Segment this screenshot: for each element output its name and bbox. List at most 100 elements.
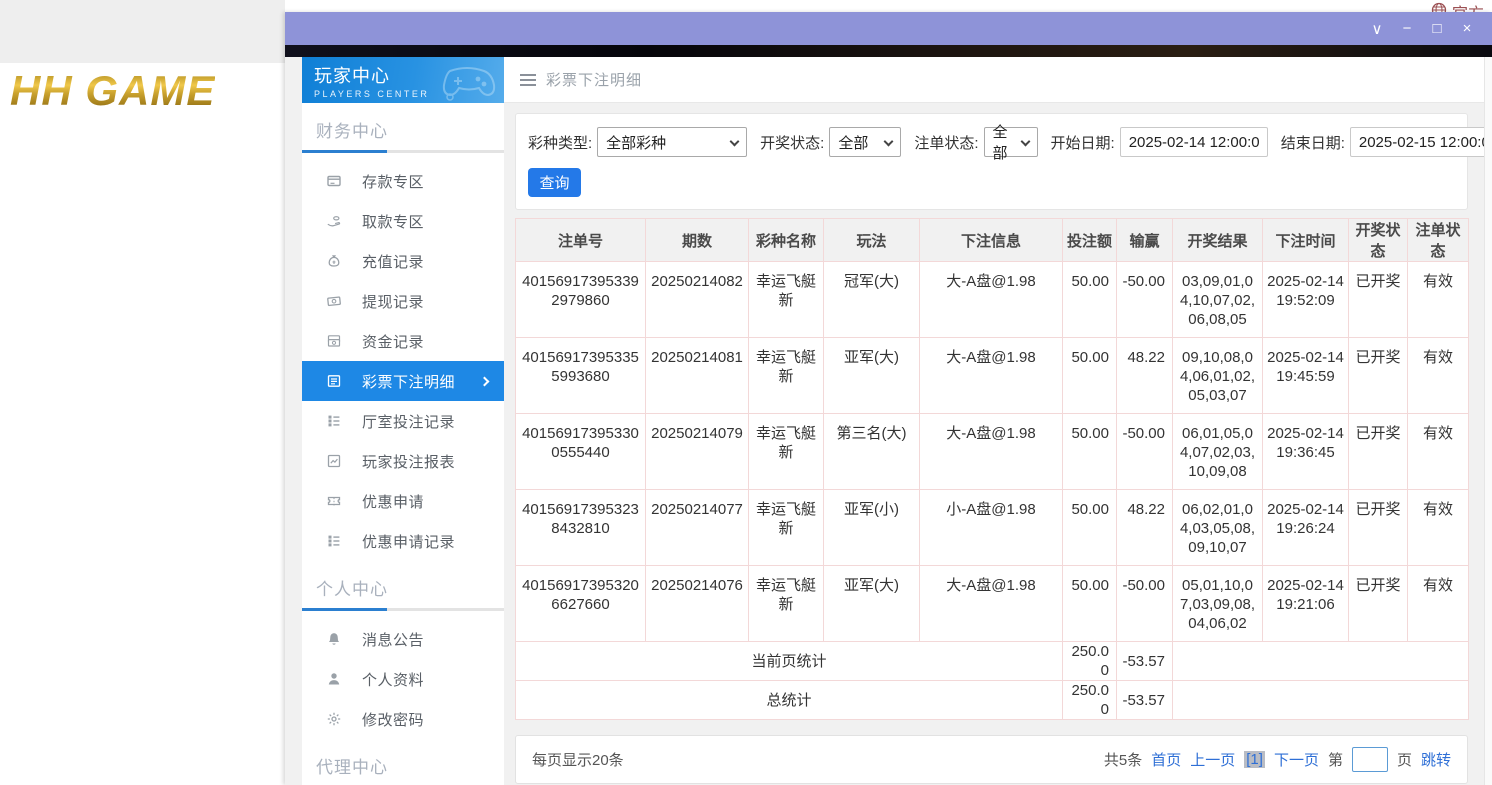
column-header: 下注信息	[920, 219, 1063, 262]
sidebar-item-label: 优惠申请记录	[362, 531, 455, 552]
sidebar-item-label: 玩家投注报表	[362, 451, 455, 472]
sidebar-item-label: 存款专区	[362, 171, 424, 192]
draw-status-select[interactable]: 全部	[829, 127, 901, 157]
table-cell: 幸运飞艇新	[749, 262, 824, 338]
scrollbar[interactable]	[1484, 57, 1492, 785]
table-row: 40156917395320662766020250214076幸运飞艇新亚军(…	[516, 566, 1469, 642]
table-cell: 03,09,01,04,10,07,02,06,08,05	[1173, 262, 1263, 338]
table-cell: 大-A盘@1.98	[920, 414, 1063, 490]
sidebar-item-消息公告[interactable]: 消息公告	[302, 619, 504, 659]
window-maximize-button[interactable]: □	[1422, 17, 1452, 41]
table-cell: 有效	[1408, 262, 1469, 338]
summary-empty-cell	[1173, 642, 1469, 681]
next-page-link[interactable]: 下一页	[1274, 749, 1319, 770]
lottery-type-select[interactable]: 全部彩种	[597, 127, 747, 157]
funds-icon	[326, 333, 342, 349]
table-cell: 2025-02-14 19:45:59	[1263, 338, 1349, 414]
sidebar-item-资金记录[interactable]: 资金记录	[302, 321, 504, 361]
table-cell: 有效	[1408, 490, 1469, 566]
page-title: 彩票下注明细	[546, 69, 642, 90]
sidebar-item-提现记录[interactable]: 提现记录	[302, 281, 504, 321]
sidebar-item-优惠申请[interactable]: 优惠申请	[302, 481, 504, 521]
table-cell: -50.00	[1117, 566, 1173, 642]
table-cell: 2025-02-14 19:52:09	[1263, 262, 1349, 338]
sidebar-item-厅室投注记录[interactable]: 厅室投注记录	[302, 401, 504, 441]
table-cell: 亚军(大)	[824, 338, 920, 414]
table-row: 40156917395335599368020250214081幸运飞艇新亚军(…	[516, 338, 1469, 414]
record-list-icon	[326, 413, 342, 429]
order-status-select[interactable]: 全部	[984, 127, 1038, 157]
record-list-icon	[326, 533, 342, 549]
table-cell: 50.00	[1063, 490, 1117, 566]
sidebar-item-label: 提现记录	[362, 291, 424, 312]
column-header: 开奖状态	[1349, 219, 1408, 262]
report-chart-icon	[326, 453, 342, 469]
summary-bet-total: 250.00	[1063, 681, 1117, 720]
sidebar-menu: 存款专区取款专区充值记录提现记录资金记录彩票下注明细厅室投注记录玩家投注报表优惠…	[302, 153, 504, 561]
column-header: 注单号	[516, 219, 646, 262]
window-close-button[interactable]: ×	[1452, 17, 1482, 41]
column-header: 投注额	[1063, 219, 1117, 262]
deposit-icon	[326, 173, 342, 189]
table-cell: 大-A盘@1.98	[920, 262, 1063, 338]
main-pane: 彩票下注明细 彩种类型: 全部彩种 开奖状态:	[504, 57, 1492, 785]
sidebar-item-label: 厅室投注记录	[362, 411, 455, 432]
summary-winloss-total: -53.57	[1117, 642, 1173, 681]
table-cell: 401569173953300555440	[516, 414, 646, 490]
table-cell: 401569173953238432810	[516, 490, 646, 566]
menu-toggle-icon[interactable]	[520, 74, 536, 86]
sidebar-item-玩家投注报表[interactable]: 玩家投注报表	[302, 441, 504, 481]
per-page-label: 每页显示20条	[532, 749, 624, 770]
bell-icon	[326, 631, 342, 647]
table-cell: 已开奖	[1349, 566, 1408, 642]
table-cell: 亚军(小)	[824, 490, 920, 566]
promo-ticket-icon	[326, 493, 342, 509]
table-row: 40156917395323843281020250214077幸运飞艇新亚军(…	[516, 490, 1469, 566]
sidebar-section-label: 代理中心	[302, 739, 504, 785]
pagination-bar: 每页显示20条 共5条 首页 上一页 [1] 下一页 第 页 跳转	[515, 735, 1468, 784]
summary-bet-total: 250.00	[1063, 642, 1117, 681]
table-cell: 已开奖	[1349, 414, 1408, 490]
table-cell: 09,10,08,04,06,01,02,05,03,07	[1173, 338, 1263, 414]
lottery-type-value: 全部彩种	[606, 132, 666, 153]
query-button[interactable]: 查询	[528, 168, 581, 197]
end-date-label: 结束日期:	[1281, 132, 1345, 153]
sidebar-header: 玩家中心 PLAYERS CENTER	[302, 57, 504, 103]
sidebar-item-个人资料[interactable]: 个人资料	[302, 659, 504, 699]
sidebar-item-彩票下注明细[interactable]: 彩票下注明细	[302, 361, 504, 401]
table-cell: 亚军(大)	[824, 566, 920, 642]
table-cell: 50.00	[1063, 566, 1117, 642]
end-date-input[interactable]	[1350, 127, 1492, 157]
prev-page-link[interactable]: 上一页	[1190, 749, 1235, 770]
brand-logo: HH GAME	[0, 67, 215, 115]
sidebar-item-存款专区[interactable]: 存款专区	[302, 161, 504, 201]
sidebar-item-优惠申请记录[interactable]: 优惠申请记录	[302, 521, 504, 561]
sidebar-item-label: 彩票下注明细	[362, 371, 455, 392]
jump-button[interactable]: 跳转	[1421, 749, 1451, 770]
table-cell: 20250214081	[646, 338, 749, 414]
start-date-input[interactable]	[1120, 127, 1268, 157]
table-cell: 第三名(大)	[824, 414, 920, 490]
first-page-link[interactable]: 首页	[1151, 749, 1181, 770]
table-cell: 20250214079	[646, 414, 749, 490]
sidebar-item-取款专区[interactable]: 取款专区	[302, 201, 504, 241]
sidebar-item-label: 个人资料	[362, 669, 424, 690]
table-cell: 48.22	[1117, 490, 1173, 566]
browser-official-link[interactable]: 官方	[1431, 0, 1484, 12]
jump-page-input[interactable]	[1352, 747, 1388, 772]
lottery-type-label: 彩种类型:	[528, 132, 592, 153]
money-bag-icon	[326, 253, 342, 269]
table-cell: 50.00	[1063, 338, 1117, 414]
summary-row: 当前页统计250.00-53.57	[516, 642, 1469, 681]
window-collapse-button[interactable]: ∨	[1362, 17, 1392, 41]
order-status-label: 注单状态:	[914, 132, 978, 153]
table-cell: 06,02,01,04,03,05,08,09,10,07	[1173, 490, 1263, 566]
table-cell: 有效	[1408, 566, 1469, 642]
sidebar-item-充值记录[interactable]: 充值记录	[302, 241, 504, 281]
sidebar-item-修改密码[interactable]: 修改密码	[302, 699, 504, 739]
chevron-down-icon	[1020, 137, 1030, 147]
summary-label: 当前页统计	[516, 642, 1063, 681]
column-header: 下注时间	[1263, 219, 1349, 262]
window-titlebar: ∨−□×	[285, 12, 1492, 45]
window-minimize-button[interactable]: −	[1392, 17, 1422, 41]
